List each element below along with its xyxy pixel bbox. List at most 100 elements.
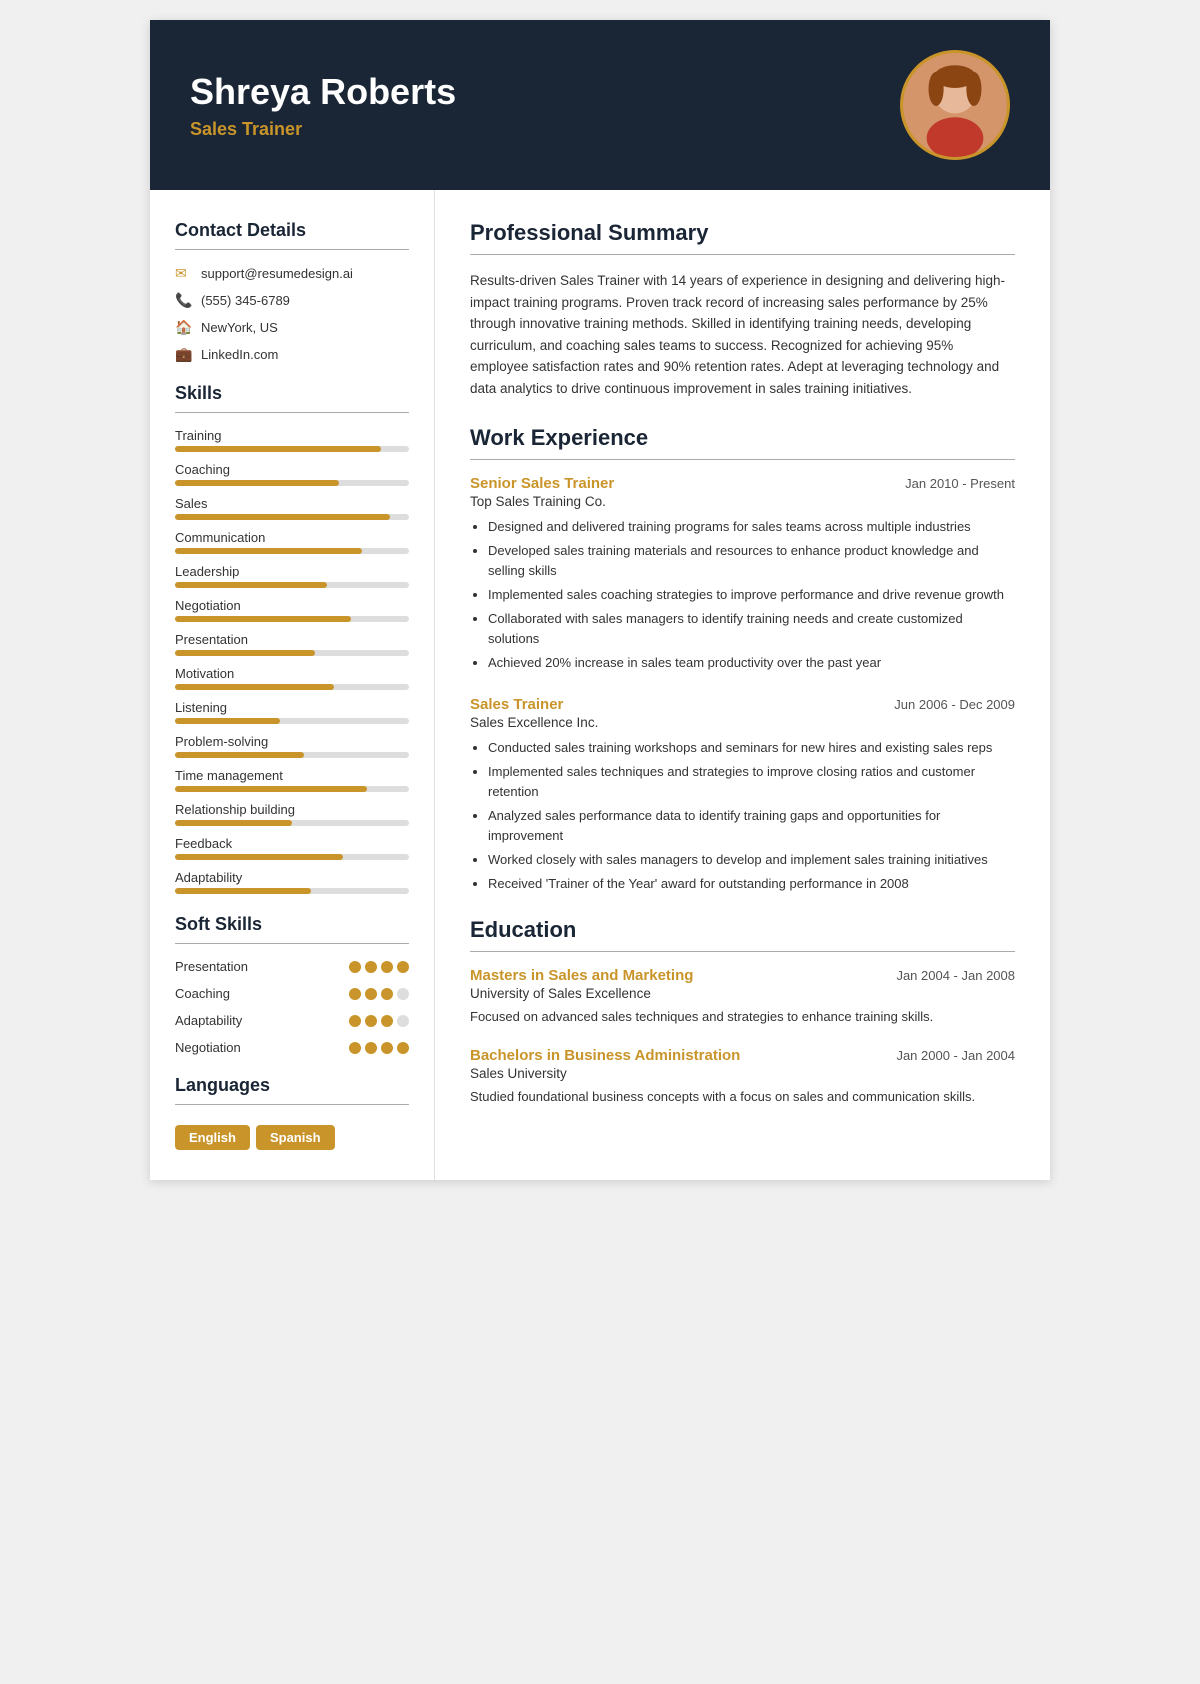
edu-header: Bachelors in Business Administration Jan… xyxy=(470,1047,1015,1064)
skill-dot xyxy=(349,1015,361,1027)
skill-item: Listening xyxy=(175,700,409,724)
skill-name: Time management xyxy=(175,768,409,783)
soft-skill-name: Coaching xyxy=(175,986,230,1001)
contact-item: 🏠NewYork, US xyxy=(175,319,409,336)
work-bullet: Analyzed sales performance data to ident… xyxy=(488,806,1015,846)
skill-name: Adaptability xyxy=(175,870,409,885)
skill-dot xyxy=(397,961,409,973)
skill-name: Listening xyxy=(175,700,409,715)
soft-skill-name: Adaptability xyxy=(175,1013,242,1028)
soft-skills-section: Soft Skills Presentation Coaching Adaptabi… xyxy=(175,914,409,1055)
skill-dot xyxy=(397,988,409,1000)
soft-skill-item: Coaching xyxy=(175,986,409,1001)
soft-skills-section-title: Soft Skills xyxy=(175,914,409,935)
skill-name: Presentation xyxy=(175,632,409,647)
summary-text: Results-driven Sales Trainer with 14 yea… xyxy=(470,270,1015,400)
work-job-title: Sales Trainer xyxy=(470,696,563,713)
skills-section: Skills Training Coaching Sales Communica… xyxy=(175,383,409,894)
contact-section-title: Contact Details xyxy=(175,220,409,241)
edu-date: Jan 2004 - Jan 2008 xyxy=(896,968,1015,983)
languages-section: Languages EnglishSpanish xyxy=(175,1075,409,1150)
header-left: Shreya Roberts Sales Trainer xyxy=(190,71,456,140)
languages-section-title: Languages xyxy=(175,1075,409,1096)
edu-date: Jan 2000 - Jan 2004 xyxy=(896,1048,1015,1063)
language-tag: English xyxy=(175,1125,250,1150)
contact-icon: ✉ xyxy=(175,265,193,282)
skill-bar-bg xyxy=(175,582,409,588)
work-bullet: Conducted sales training workshops and s… xyxy=(488,738,1015,758)
main-content: Professional Summary Results-driven Sale… xyxy=(435,190,1050,1180)
skill-bar-bg xyxy=(175,480,409,486)
skill-bar-fill xyxy=(175,480,339,486)
skill-item: Motivation xyxy=(175,666,409,690)
contact-divider xyxy=(175,249,409,250)
summary-title: Professional Summary xyxy=(470,220,1015,246)
education-title: Education xyxy=(470,917,1015,943)
work-bullet: Implemented sales techniques and strateg… xyxy=(488,762,1015,802)
work-bullet: Received 'Trainer of the Year' award for… xyxy=(488,874,1015,894)
work-bullet: Worked closely with sales managers to de… xyxy=(488,850,1015,870)
skill-bar-bg xyxy=(175,650,409,656)
experience-title: Work Experience xyxy=(470,425,1015,451)
education-section: Education Masters in Sales and Marketing… xyxy=(470,917,1015,1107)
soft-skill-item: Presentation xyxy=(175,959,409,974)
skill-dots xyxy=(349,1015,409,1027)
summary-divider xyxy=(470,254,1015,255)
contact-value: support@resumedesign.ai xyxy=(201,266,353,281)
edu-desc: Focused on advanced sales techniques and… xyxy=(470,1007,1015,1027)
skill-item: Sales xyxy=(175,496,409,520)
resume-container: Shreya Roberts Sales Trainer Cont xyxy=(150,20,1050,1180)
skill-bar-fill xyxy=(175,616,351,622)
skill-dot xyxy=(365,1042,377,1054)
skill-item: Training xyxy=(175,428,409,452)
contact-item: 📞(555) 345-6789 xyxy=(175,292,409,309)
soft-skill-item: Adaptability xyxy=(175,1013,409,1028)
work-company: Top Sales Training Co. xyxy=(470,494,1015,509)
work-bullet: Implemented sales coaching strategies to… xyxy=(488,585,1015,605)
skill-item: Time management xyxy=(175,768,409,792)
contact-value: NewYork, US xyxy=(201,320,278,335)
skill-bar-fill xyxy=(175,582,327,588)
skills-divider xyxy=(175,412,409,413)
skill-name: Coaching xyxy=(175,462,409,477)
work-entry: Senior Sales Trainer Jan 2010 - Present … xyxy=(470,475,1015,674)
body-section: Contact Details ✉ support@resumedesign.ai… xyxy=(150,190,1050,1180)
work-entry: Sales Trainer Jun 2006 - Dec 2009 Sales … xyxy=(470,696,1015,895)
skill-dot xyxy=(381,961,393,973)
skill-bar-bg xyxy=(175,786,409,792)
contact-value: LinkedIn.com xyxy=(201,347,278,362)
edu-school: Sales University xyxy=(470,1066,1015,1081)
work-bullet: Collaborated with sales managers to iden… xyxy=(488,609,1015,649)
skill-bar-fill xyxy=(175,684,334,690)
work-bullet: Achieved 20% increase in sales team prod… xyxy=(488,653,1015,673)
contact-value: (555) 345-6789 xyxy=(201,293,290,308)
skill-name: Communication xyxy=(175,530,409,545)
skill-dot xyxy=(349,988,361,1000)
contact-icon: 💼 xyxy=(175,346,193,363)
candidate-photo xyxy=(900,50,1010,160)
skill-bar-bg xyxy=(175,888,409,894)
skill-name: Negotiation xyxy=(175,598,409,613)
skill-item: Presentation xyxy=(175,632,409,656)
skill-item: Problem-solving xyxy=(175,734,409,758)
work-date: Jun 2006 - Dec 2009 xyxy=(894,697,1015,712)
experience-section: Work Experience Senior Sales Trainer Jan… xyxy=(470,425,1015,895)
skill-bar-fill xyxy=(175,650,315,656)
skill-name: Motivation xyxy=(175,666,409,681)
skill-bar-bg xyxy=(175,752,409,758)
work-company: Sales Excellence Inc. xyxy=(470,715,1015,730)
edu-entry: Masters in Sales and Marketing Jan 2004 … xyxy=(470,967,1015,1027)
soft-skill-item: Negotiation xyxy=(175,1040,409,1055)
work-bullets: Conducted sales training workshops and s… xyxy=(470,738,1015,895)
skill-bar-bg xyxy=(175,616,409,622)
skill-bar-fill xyxy=(175,718,280,724)
skill-bar-fill xyxy=(175,786,367,792)
skill-dot xyxy=(349,961,361,973)
work-job-title: Senior Sales Trainer xyxy=(470,475,614,492)
skill-dots xyxy=(349,961,409,973)
contact-item: ✉ support@resumedesign.ai xyxy=(175,265,409,282)
experience-list: Senior Sales Trainer Jan 2010 - Present … xyxy=(470,475,1015,895)
language-tag: Spanish xyxy=(256,1125,335,1150)
work-bullet: Developed sales training materials and r… xyxy=(488,541,1015,581)
work-header: Senior Sales Trainer Jan 2010 - Present xyxy=(470,475,1015,492)
